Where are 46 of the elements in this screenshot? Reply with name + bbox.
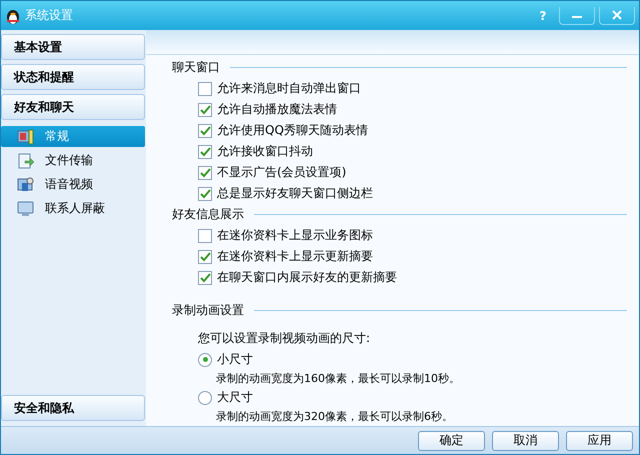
checkbox[interactable] bbox=[198, 144, 212, 158]
radio-label: 小尺寸 bbox=[217, 351, 253, 368]
checkbox-label: 总是显示好友聊天窗口侧边栏 bbox=[217, 185, 373, 202]
checkbox-label: 允许来消息时自动弹出窗口 bbox=[217, 80, 361, 97]
sidebar-item[interactable]: 联系人屏蔽 bbox=[1, 198, 145, 219]
checkbox[interactable] bbox=[198, 270, 212, 284]
checkbox[interactable] bbox=[198, 186, 212, 200]
category-button[interactable]: 基本设置 bbox=[1, 34, 145, 60]
sidebar-item[interactable]: 文件传输 bbox=[1, 150, 145, 171]
option-description: 录制的动画宽度为320像素，最长可以录制6秒。 bbox=[216, 409, 453, 424]
sidebar-item[interactable]: 语音视频 bbox=[1, 174, 145, 195]
checkbox[interactable] bbox=[198, 250, 212, 264]
checkbox-label: 在聊天窗口内展示好友的更新摘要 bbox=[217, 269, 397, 286]
window-title: 系统设置 bbox=[25, 7, 74, 24]
category-button[interactable]: 安全和隐私 bbox=[1, 395, 145, 421]
dialog-button[interactable]: 确定 bbox=[418, 430, 485, 450]
checkbox-label: 在迷你资料卡上显示业务图标 bbox=[217, 227, 373, 244]
checkbox[interactable] bbox=[198, 124, 212, 138]
dialog-button[interactable]: 取消 bbox=[492, 430, 559, 450]
checkbox-label: 不显示广告(会员设置项) bbox=[217, 164, 346, 181]
file-arrow-icon bbox=[17, 152, 35, 168]
close-button[interactable] bbox=[599, 6, 635, 24]
checkbox-label: 允许接收窗口抖动 bbox=[217, 143, 313, 160]
option-description: 录制的动画宽度为160像素，最长可以录制10秒。 bbox=[216, 371, 460, 386]
checkbox[interactable] bbox=[198, 102, 212, 116]
category-button[interactable]: 状态和提醒 bbox=[1, 64, 145, 90]
minimize-button[interactable] bbox=[559, 6, 595, 24]
close-icon bbox=[611, 10, 623, 20]
radio-button[interactable] bbox=[198, 390, 212, 404]
section-title: 好友信息展示 bbox=[172, 206, 244, 223]
checkbox-label: 在迷你资料卡上显示更新摘要 bbox=[217, 248, 373, 265]
section-title: 聊天窗口 bbox=[172, 59, 220, 76]
camera-monitor-icon bbox=[17, 176, 35, 192]
checkbox[interactable] bbox=[198, 166, 212, 180]
checkbox-label: 允许自动播放魔法表情 bbox=[217, 101, 337, 118]
radio-label: 大尺寸 bbox=[217, 389, 253, 406]
checkbox[interactable] bbox=[198, 228, 212, 242]
intro-text: 您可以设置录制视频动画的尺寸: bbox=[198, 330, 370, 346]
checkbox-label: 允许使用QQ秀聊天随动表情 bbox=[217, 122, 368, 139]
monitor-icon bbox=[17, 200, 35, 216]
dialog-button[interactable]: 应用 bbox=[566, 430, 633, 450]
section-title: 录制动画设置 bbox=[172, 302, 244, 319]
monitor-icon bbox=[17, 128, 35, 144]
category-button[interactable]: 好友和聊天 bbox=[1, 94, 145, 120]
radio-button[interactable] bbox=[198, 352, 212, 366]
checkbox[interactable] bbox=[198, 82, 212, 96]
